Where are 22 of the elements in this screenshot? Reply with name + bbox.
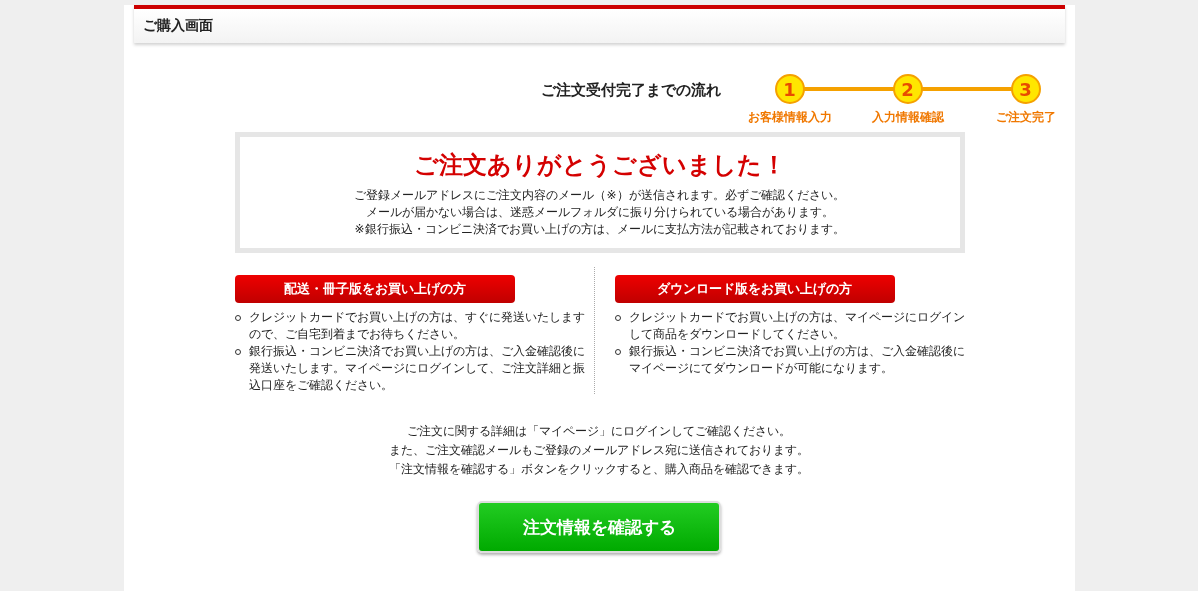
- section-heading: 配送・冊子版をお買い上げの方: [234, 275, 515, 303]
- step-number: 3: [1010, 74, 1041, 104]
- section-heading: ダウンロード版をお買い上げの方: [614, 275, 895, 303]
- notice-text: ※銀行振込・コンビニ決済でお買い上げの方は、メールに支払方法が記載されております。: [353, 221, 846, 238]
- list-item-text: クレジットカードでお買い上げの方は、すぐに発送いたしますので、ご自宅到着までお待ちください。: [248, 309, 586, 343]
- step-label: 入力情報確認: [871, 109, 944, 126]
- step-label: お客様情報入力: [747, 109, 832, 126]
- thanks-heading: ご注文ありがとうございました！: [412, 150, 787, 181]
- info-text: ご注文に関する詳細は「マイページ」にログインしてご確認ください。: [406, 423, 792, 440]
- info-text: また、ご注文確認メールもご登録のメールアドレス宛に送信されております。: [388, 442, 810, 459]
- notice-text: ご登録メールアドレスにご注文内容のメール（※）が送信されます。必ずご確認ください。: [353, 187, 846, 204]
- list-item-text: 銀行振込・コンビニ決済でお買い上げの方は、ご入金確認後に発送いたします。マイページにログインして、ご注文詳細と振込口座をご確認ください。: [248, 343, 586, 394]
- step-number: 1: [774, 74, 805, 104]
- list-item-text: クレジットカードでお買い上げの方は、マイページにログインして商品をダウンロードしてください。: [628, 309, 966, 343]
- confirm-order-button[interactable]: 注文情報を確認する: [477, 501, 721, 553]
- info-text: 「注文情報を確認する」ボタンをクリックすると、購入商品を確認できます。: [388, 461, 810, 478]
- notice-text: メールが届かない場合は、迷惑メールフォルダに振り分けられている場合があります。: [364, 204, 835, 221]
- page-title: ご購入画面: [142, 17, 213, 35]
- step-number: 2: [892, 74, 923, 104]
- step-label: ご注文完了: [995, 109, 1056, 126]
- flow-title: ご注文受付完了までの流れ: [540, 81, 721, 100]
- list-item-text: 銀行振込・コンビニ決済でお買い上げの方は、ご入金確認後にマイページにてダウンロードが可能になります。: [628, 343, 966, 377]
